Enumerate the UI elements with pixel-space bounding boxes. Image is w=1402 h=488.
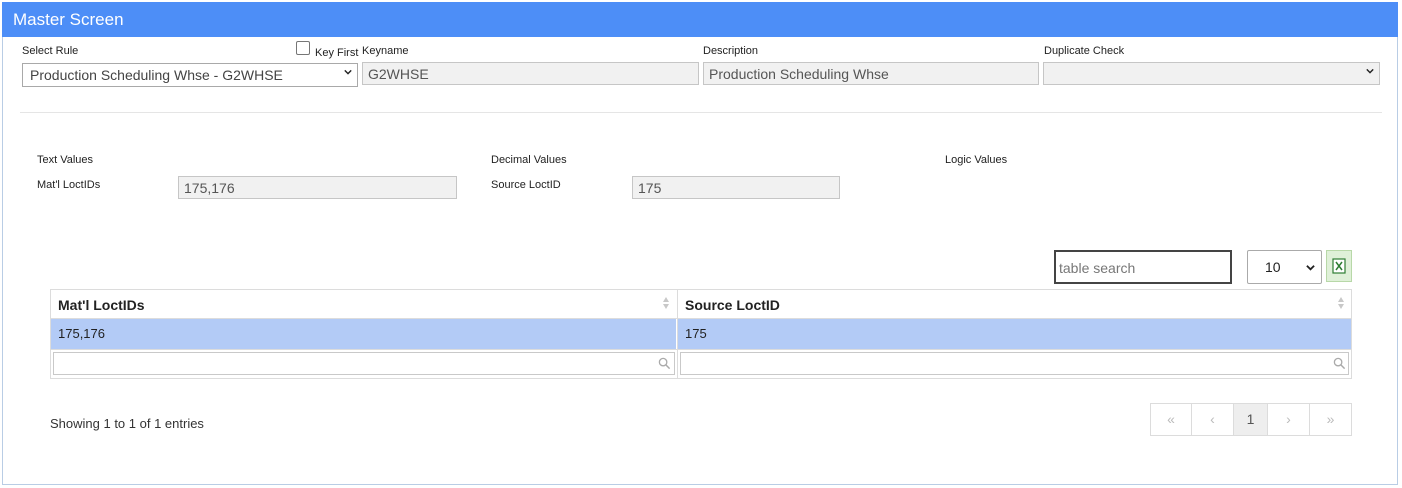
column-filter-source-loctid[interactable] xyxy=(680,352,1349,375)
key-first-label: Key First xyxy=(315,47,359,59)
pagination-prev-button[interactable]: ‹ xyxy=(1191,403,1234,436)
chevron-down-icon xyxy=(1366,68,1374,74)
matl-loctids-field[interactable]: 175,176 xyxy=(178,176,457,199)
duplicate-check-label: Duplicate Check xyxy=(1044,45,1125,57)
sort-icon[interactable] xyxy=(662,296,670,310)
table-cell-source-loctid[interactable]: 175 xyxy=(678,319,1351,349)
header-bar: Master Screen xyxy=(2,2,1398,37)
table-search-input[interactable]: table search xyxy=(1054,250,1232,284)
source-loctid-field[interactable]: 175 xyxy=(632,176,840,199)
pagination-page-button[interactable]: 1 xyxy=(1233,403,1268,436)
excel-export-button[interactable] xyxy=(1326,250,1352,282)
excel-export-icon xyxy=(1332,258,1346,274)
table-cell-matl-loctids[interactable]: 175,176 xyxy=(51,319,676,349)
key-first-checkbox[interactable] xyxy=(296,41,310,55)
duplicate-check-dropdown[interactable] xyxy=(1043,62,1380,85)
column-filter-matl-loctids[interactable] xyxy=(53,352,675,375)
page-length-value: 10 xyxy=(1265,259,1281,275)
select-rule-value: Production Scheduling Whse - G2WHSE xyxy=(30,67,283,83)
search-icon xyxy=(658,357,671,370)
description-label: Description xyxy=(703,45,759,57)
chevron-down-icon xyxy=(344,69,352,75)
page-length-select[interactable]: 10 xyxy=(1247,250,1322,284)
column-header-matl-loctids[interactable]: Mat'l LoctIDs xyxy=(51,290,676,318)
sort-icon[interactable] xyxy=(1337,296,1345,310)
pagination-next-button[interactable]: › xyxy=(1267,403,1310,436)
page-title: Master Screen xyxy=(13,10,124,29)
decimal-values-heading: Decimal Values xyxy=(491,154,567,166)
keyname-field[interactable]: G2WHSE xyxy=(362,62,699,85)
row-divider xyxy=(51,349,1351,350)
source-loctid-label: Source LoctID xyxy=(491,179,561,191)
pagination-last-button[interactable]: » xyxy=(1309,403,1352,436)
select-rule-dropdown[interactable]: Production Scheduling Whse - G2WHSE xyxy=(22,63,358,87)
search-icon xyxy=(1333,357,1346,370)
column-header-source-loctid[interactable]: Source LoctID xyxy=(678,290,1351,318)
pagination-first-button[interactable]: « xyxy=(1150,403,1192,436)
logic-values-heading: Logic Values xyxy=(945,154,1008,166)
text-values-heading: Text Values xyxy=(37,154,94,166)
divider xyxy=(20,112,1382,113)
matl-loctids-label: Mat'l LoctIDs xyxy=(37,179,101,191)
chevron-down-icon xyxy=(1306,265,1315,271)
keyname-label: Keyname xyxy=(362,45,409,57)
column-divider xyxy=(677,290,678,378)
description-field[interactable]: Production Scheduling Whse xyxy=(703,62,1039,85)
select-rule-label: Select Rule xyxy=(22,45,79,57)
table-info: Showing 1 to 1 of 1 entries xyxy=(50,416,204,431)
